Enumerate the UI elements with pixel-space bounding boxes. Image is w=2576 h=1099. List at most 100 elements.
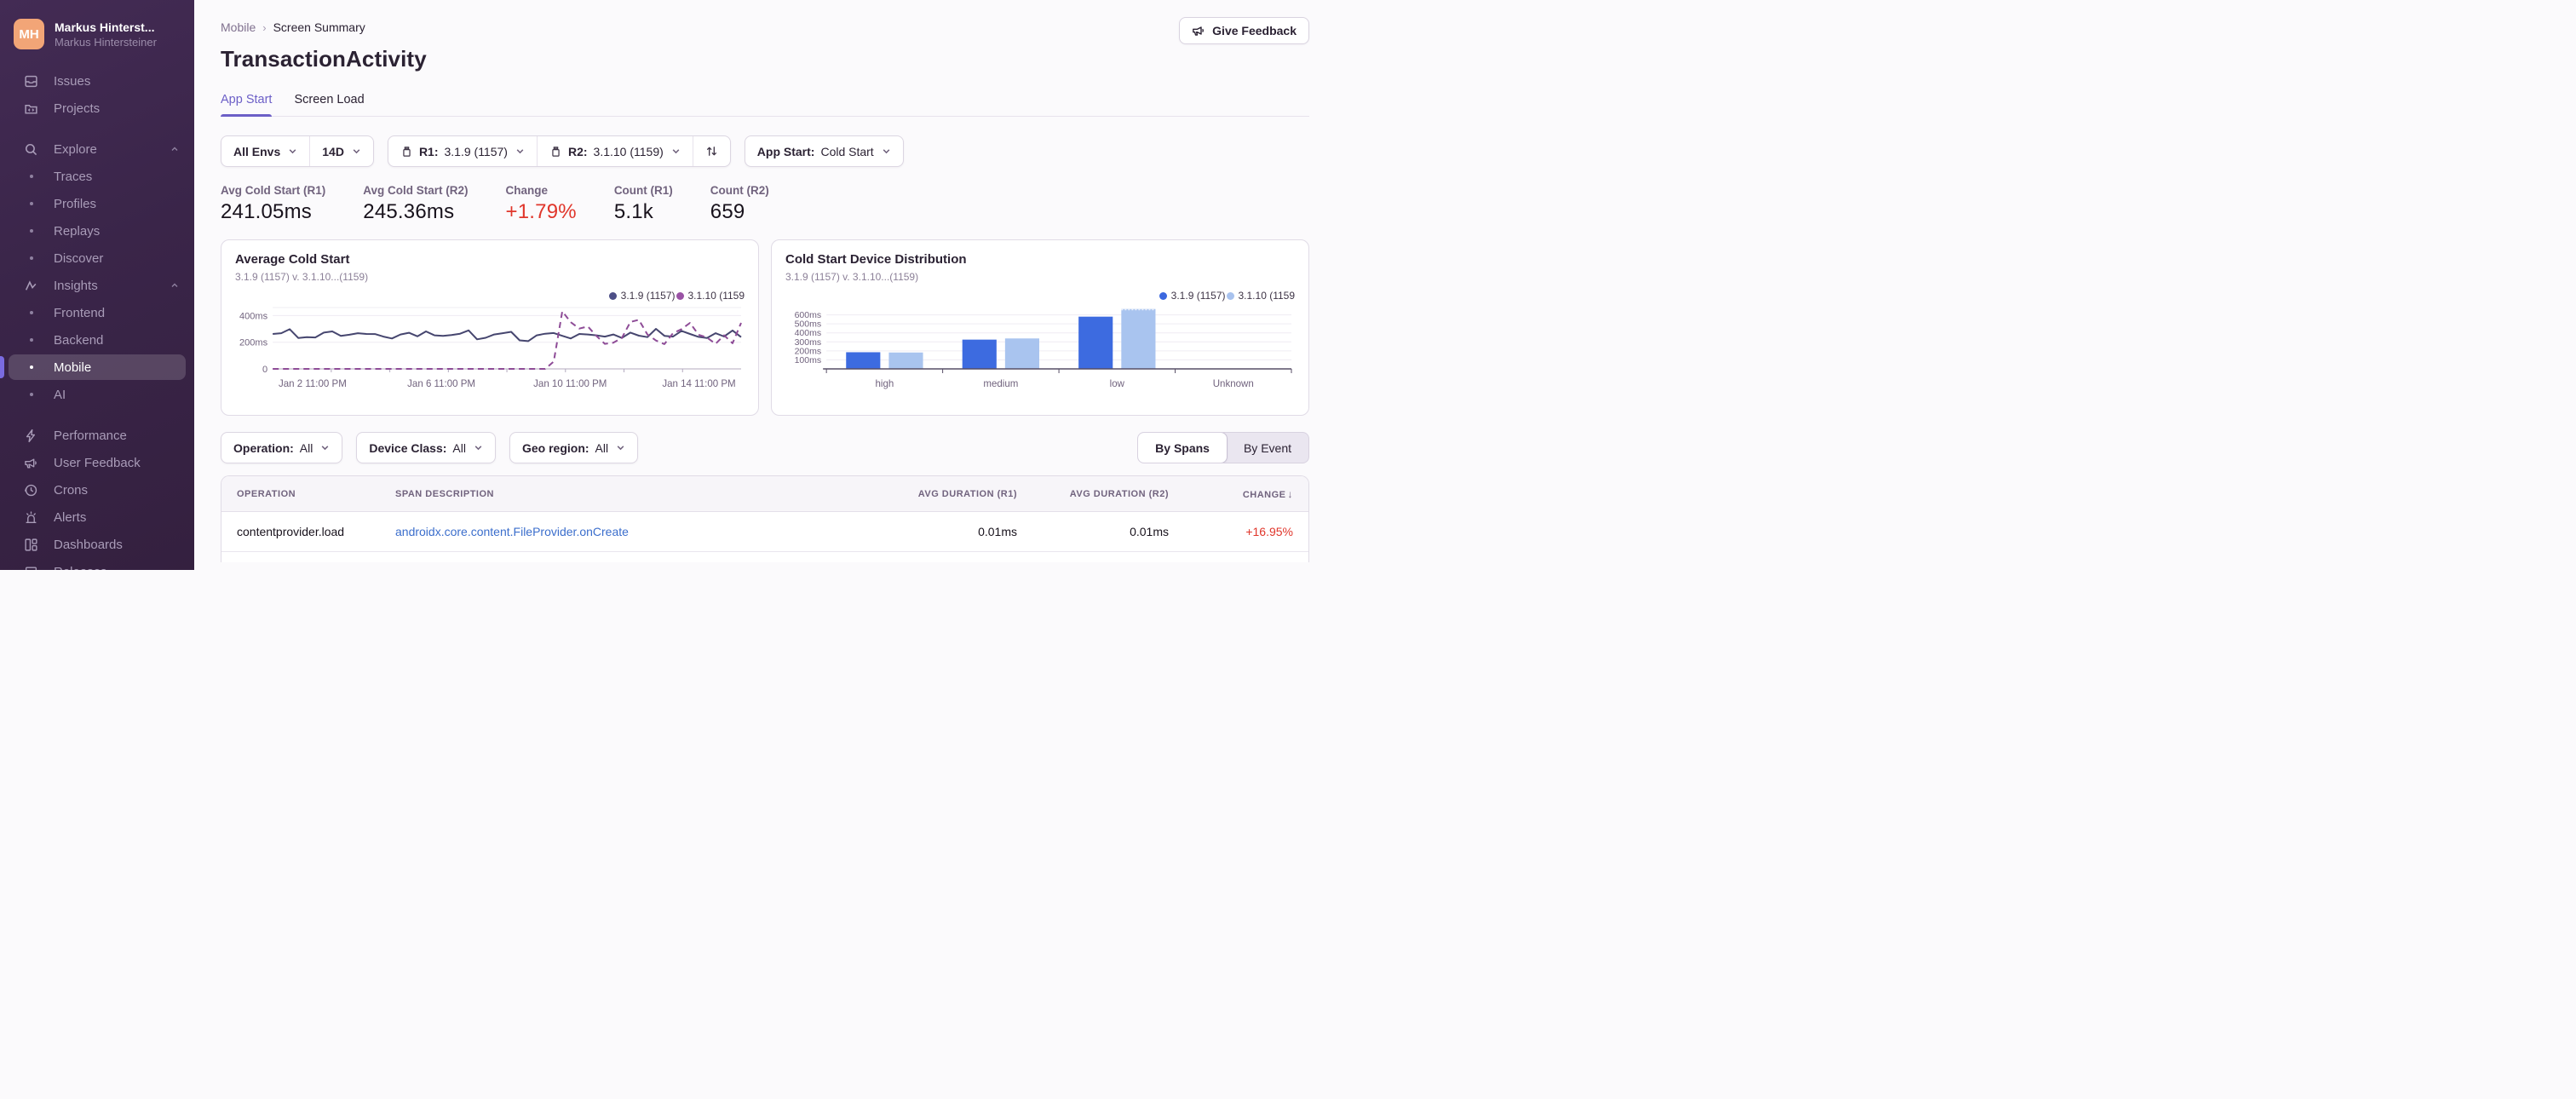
sidebar-item-insights[interactable]: Insights — [9, 273, 186, 298]
sidebar-item-discover[interactable]: Discover — [9, 245, 186, 271]
legend-dot — [1159, 291, 1167, 300]
legend-dot — [676, 291, 684, 300]
sidebar-item-label: User Feedback — [54, 455, 141, 470]
app-root: MH Markus Hinterst... Markus Hinterstein… — [0, 0, 1336, 570]
toggle-by-event[interactable]: By Event — [1227, 433, 1308, 463]
sidebar-item-issues[interactable]: Issues — [9, 68, 186, 94]
metric-count-r2: Count (R2) 659 — [710, 184, 769, 224]
give-feedback-label: Give Feedback — [1212, 24, 1297, 37]
sidebar-item-frontend[interactable]: Frontend — [9, 300, 186, 325]
sidebar-item-backend[interactable]: Backend — [9, 327, 186, 353]
date-range-label: 14D — [322, 144, 344, 158]
device-class-prefix: Device Class: — [369, 440, 447, 455]
sidebar-item-performance[interactable]: Performance — [9, 423, 186, 448]
sidebar-item-replays[interactable]: Replays — [9, 218, 186, 244]
svg-text:Jan 6 11:00 PM: Jan 6 11:00 PM — [407, 379, 475, 389]
column-header-operation[interactable]: OPERATION — [221, 489, 380, 499]
sidebar-item-projects[interactable]: Projects — [9, 95, 186, 121]
column-header-avg-duration-r1[interactable]: AVG DURATION (R1) — [881, 489, 1032, 499]
sidebar-item-crons[interactable]: Crons — [9, 477, 186, 503]
column-header-avg-duration-r2[interactable]: AVG DURATION (R2) — [1032, 489, 1184, 499]
sidebar-item-profiles[interactable]: Profiles — [9, 191, 186, 216]
chevron-down-icon — [671, 147, 681, 156]
page-title: TransactionActivity — [221, 46, 427, 72]
sidebar-item-alerts[interactable]: Alerts — [9, 504, 186, 530]
tab-screen-load[interactable]: Screen Load — [294, 93, 364, 116]
svg-text:high: high — [875, 379, 894, 389]
sidebar-item-mobile[interactable]: Mobile — [0, 354, 186, 380]
bullet-icon — [24, 175, 38, 178]
swap-releases-button[interactable] — [692, 136, 730, 166]
app-start-type-filter[interactable]: App Start: Cold Start — [745, 136, 903, 166]
svg-text:low: low — [1110, 379, 1125, 389]
lightning-icon — [24, 429, 38, 443]
sidebar-item-label: Frontend — [54, 305, 106, 320]
release-r2-selector[interactable]: R2: 3.1.10 (1159) — [536, 136, 693, 166]
release-icon — [400, 145, 413, 158]
swap-arrows-icon — [705, 145, 718, 158]
sidebar-nav: Issues Projects Explore Traces Profiles … — [0, 60, 194, 570]
issues-icon — [24, 74, 38, 89]
release-r1-selector[interactable]: R1: 3.1.9 (1157) — [388, 136, 537, 166]
sidebar-item-label: Discover — [54, 250, 104, 266]
table-row[interactable] — [221, 551, 1308, 562]
device-class-filter[interactable]: Device Class: All — [357, 433, 495, 463]
column-header-change[interactable]: CHANGE ↓ — [1184, 488, 1308, 500]
table-row[interactable]: contentprovider.load androidx.core.conte… — [221, 512, 1308, 551]
bullet-icon — [24, 202, 38, 205]
legend-item-r1[interactable]: 3.1.9 (1157) — [608, 290, 676, 302]
chevron-down-icon — [515, 147, 525, 156]
column-header-span-description[interactable]: SPAN DESCRIPTION — [380, 489, 881, 499]
sidebar-item-traces[interactable]: Traces — [9, 164, 186, 189]
bullet-icon — [24, 393, 38, 396]
spans-table: OPERATION SPAN DESCRIPTION AVG DURATION … — [221, 475, 1309, 562]
chevron-down-icon — [288, 147, 297, 156]
date-range-filter[interactable]: 14D — [309, 136, 373, 166]
geo-region-value: All — [595, 440, 609, 455]
svg-text:0: 0 — [262, 365, 267, 375]
sidebar-item-user-feedback[interactable]: User Feedback — [9, 450, 186, 475]
sidebar-item-label: Mobile — [54, 360, 92, 375]
geo-region-filter[interactable]: Geo region: All — [510, 433, 637, 463]
legend-item-r1[interactable]: 3.1.9 (1157) — [1159, 290, 1226, 302]
device-distribution-bar-chart[interactable]: 100ms200ms300ms400ms500ms600ms high medium… — [785, 303, 1295, 392]
sidebar-item-label: Insights — [54, 278, 98, 293]
svg-text:600ms: 600ms — [795, 310, 822, 320]
bullet-icon — [24, 256, 38, 260]
sidebar-item-dashboards[interactable]: Dashboards — [9, 532, 186, 557]
legend-item-r2[interactable]: 3.1.10 (1159 — [676, 290, 745, 302]
give-feedback-button[interactable]: Give Feedback — [1179, 17, 1309, 44]
breadcrumb-mobile[interactable]: Mobile — [221, 20, 256, 34]
sidebar-item-ai[interactable]: AI — [9, 382, 186, 407]
releases-icon — [24, 565, 38, 570]
toggle-by-spans[interactable]: By Spans — [1138, 433, 1228, 463]
svg-text:300ms: 300ms — [795, 337, 822, 348]
sidebar-item-explore[interactable]: Explore — [9, 136, 186, 162]
projects-icon — [24, 101, 38, 116]
environment-filter[interactable]: All Envs — [221, 136, 309, 166]
svg-text:400ms: 400ms — [795, 328, 822, 338]
metric-value: 5.1k — [613, 200, 653, 223]
metrics-row: Avg Cold Start (R1) 241.05ms Avg Cold St… — [221, 184, 1309, 224]
cell-avg-duration-r2: 0.01ms — [1130, 525, 1169, 538]
span-description-link[interactable]: androidx.core.content.FileProvider.onCre… — [395, 525, 629, 538]
sidebar: MH Markus Hinterst... Markus Hinterstein… — [0, 0, 194, 570]
avatar: MH — [14, 19, 44, 49]
sidebar-item-label: Crons — [54, 482, 89, 498]
sidebar-item-label: Traces — [54, 169, 93, 184]
charts-row: Average Cold Start 3.1.9 (1157) v. 3.1.1… — [221, 239, 1309, 416]
chevron-down-icon — [352, 147, 361, 156]
geo-region-filter-group: Geo region: All — [509, 432, 639, 463]
sidebar-item-label: Performance — [54, 428, 127, 443]
avg-cold-start-line-chart[interactable]: 0 200ms 400ms Jan 2 11:00 PM Jan 6 11:00 PM J… — [235, 303, 745, 392]
siren-icon — [24, 510, 38, 525]
chevron-up-icon — [170, 145, 179, 153]
legend-label: 3.1.9 (1157) — [620, 290, 676, 302]
operation-filter[interactable]: Operation: All — [221, 433, 342, 463]
tab-app-start[interactable]: App Start — [221, 93, 273, 117]
release-r1-value: 3.1.9 (1157) — [444, 144, 508, 158]
user-menu[interactable]: MH Markus Hinterst... Markus Hinterstein… — [0, 0, 194, 60]
tab-bar: App Start Screen Load — [221, 93, 1309, 117]
legend-item-r2[interactable]: 3.1.10 (1159 — [1226, 290, 1295, 302]
sidebar-item-releases[interactable]: Releases — [9, 559, 186, 570]
